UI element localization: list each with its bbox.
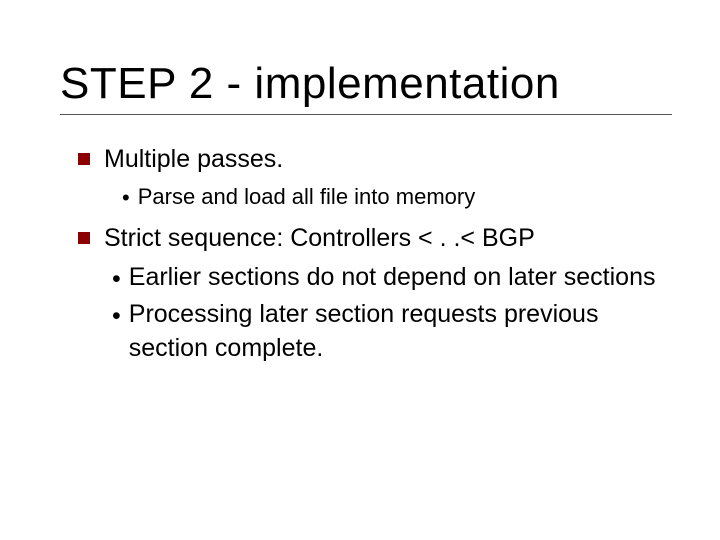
bullet-level2: • Earlier sections do not depend on late… (112, 261, 672, 296)
dot-bullet-icon: • (112, 263, 121, 296)
bullet-text: Parse and load all file into memory (138, 183, 476, 212)
bullet-level1: Strict sequence: Controllers < . .< BGP (78, 222, 672, 256)
bullet-level1: Multiple passes. (78, 143, 672, 177)
bullet-text: Processing later section requests previo… (129, 298, 672, 366)
dot-bullet-icon: • (112, 300, 121, 333)
title-underline (60, 114, 672, 115)
bullet-level2: • Parse and load all file into memory (122, 183, 672, 212)
bullet-text: Earlier sections do not depend on later … (129, 261, 656, 295)
bullet-text: Multiple passes. (104, 143, 283, 177)
square-bullet-icon (78, 232, 90, 244)
slide-title: STEP 2 - implementation (60, 60, 672, 108)
dot-bullet-icon: • (122, 185, 130, 211)
slide: STEP 2 - implementation Multiple passes.… (0, 0, 720, 540)
slide-body: Multiple passes. • Parse and load all fi… (60, 143, 672, 365)
bullet-text: Strict sequence: Controllers < . .< BGP (104, 222, 535, 256)
bullet-level2: • Processing later section requests prev… (112, 298, 672, 366)
square-bullet-icon (78, 153, 90, 165)
